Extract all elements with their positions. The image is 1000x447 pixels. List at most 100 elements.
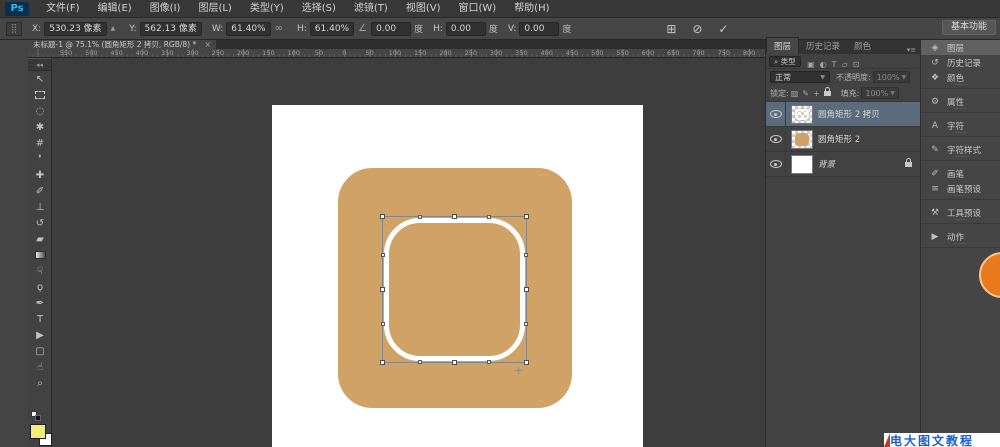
lasso-tool[interactable]: ◌ [28,103,52,119]
skew-h-input[interactable]: 0.00 [446,22,486,36]
brush-tool[interactable]: ✐ [28,183,52,199]
lock-all-icon[interactable] [824,91,831,96]
visibility-eye-icon[interactable] [770,110,782,118]
path-anchor-point[interactable] [487,360,491,364]
menu-item-4[interactable]: 类型(Y) [241,0,293,18]
menu-item-3[interactable]: 图层(L) [189,0,240,18]
panel-button-0[interactable]: ◈图层 [921,40,1000,55]
layer-thumbnail[interactable] [791,105,813,124]
transform-handle[interactable] [380,287,385,292]
menu-item-6[interactable]: 滤镜(T) [345,0,397,18]
panel-tab-0[interactable]: 图层 [766,37,799,54]
filter-kind-dropdown[interactable]: ⌕ 类型 [769,56,801,67]
transform-handle[interactable] [380,360,385,365]
menu-item-0[interactable]: 文件(F) [37,0,89,18]
width-input[interactable]: 61.40% [226,22,270,36]
ruler-number: 50 [365,49,373,57]
path-anchor-point[interactable] [487,215,491,219]
layer-thumbnail[interactable] [791,155,813,174]
transform-handle[interactable] [524,214,529,219]
path-anchor-point[interactable] [418,215,422,219]
history-brush-tool[interactable]: ↺ [28,215,52,231]
layer-thumbnail[interactable] [791,130,813,149]
tools-panel: ◂◂ ↖ ◌✱#❜✚✐⊥↺▰ ☟ϙ✒T▶▢☝⌕ [28,58,52,447]
lock-option-icon[interactable]: + [813,89,820,98]
quick-selection-tool[interactable]: ✱ [28,119,52,135]
eraser-tool[interactable]: ▰ [28,231,52,247]
free-transform-bounding-box[interactable] [382,216,527,363]
path-anchor-point[interactable] [381,322,385,326]
height-input[interactable]: 61.40% [310,22,354,36]
zoom-tool[interactable]: ⌕ [28,375,52,391]
transform-handle[interactable] [452,360,457,365]
shape-tool[interactable]: ▢ [28,343,52,359]
move-tool[interactable]: ↖ [28,71,52,87]
eyedropper-tool[interactable]: ❜ [28,151,52,167]
swap-colors-icon[interactable] [35,415,41,421]
transform-handle[interactable] [524,360,529,365]
transform-handle[interactable] [452,214,457,219]
layer-row[interactable]: 圆角矩形 2 拷贝 [766,102,920,127]
menu-item-1[interactable]: 编辑(E) [89,0,141,18]
smudge-tool[interactable]: ☟ [28,263,52,279]
crop-tool[interactable]: # [28,135,52,151]
filter-icon[interactable]: ⊡ [853,60,860,69]
filter-icon[interactable]: ▱ [842,60,848,69]
blend-mode-dropdown[interactable]: 正常 ▼ [770,71,830,83]
type-tool[interactable]: T [28,311,52,327]
skew-v-input[interactable]: 0.00 [519,22,559,36]
filter-icon[interactable]: ▣ [807,60,815,69]
ruler-number: 450 [566,49,578,57]
x-input[interactable]: 530.23 像素 [44,22,106,36]
path-anchor-point[interactable] [381,253,385,257]
panel-button-icon: ↺ [928,58,942,68]
pen-tool[interactable]: ✒ [28,295,52,311]
panel-button-6[interactable]: ✐画笔 [921,166,1000,181]
path-selection-tool[interactable]: ▶ [28,327,52,343]
path-anchor-point[interactable] [418,360,422,364]
clone-stamp-tool[interactable]: ⊥ [28,199,52,215]
foreground-color-swatch[interactable] [30,424,46,439]
document-tab[interactable]: 未标题-1 @ 75.1% (圆角矩形 2 拷贝, RGB/8) * × [28,40,216,49]
layer-row[interactable]: 背景 [766,152,920,177]
filter-icon[interactable]: ◐ [820,60,827,69]
toolbar-collapse-icon[interactable]: ◂◂ [28,59,51,71]
rectangular-marquee-tool[interactable] [28,87,52,103]
filter-icon[interactable]: T [832,60,837,69]
y-input[interactable]: 562.13 像素 [140,22,202,36]
relative-position-delta-icon[interactable]: ▲ [111,25,116,32]
hand-tool[interactable]: ☝ [28,359,52,375]
path-anchor-point[interactable] [524,322,528,326]
transform-handle[interactable] [380,214,385,219]
lock-option-icon[interactable]: ✎ [802,89,809,98]
menu-item-5[interactable]: 选择(S) [293,0,345,18]
spot-healing-brush-tool[interactable]: ✚ [28,167,52,183]
tool-list: ↖ ◌✱#❜✚✐⊥↺▰ ☟ϙ✒T▶▢☝⌕ [28,71,51,391]
visibility-eye-icon[interactable] [770,160,782,168]
menu-item-2[interactable]: 图像(I) [141,0,190,18]
reference-point-locator-icon[interactable]: ⣿ [6,22,22,36]
path-anchor-point[interactable] [524,253,528,257]
menu-item-9[interactable]: 帮助(H) [505,0,558,18]
cancel-transform-icon[interactable]: ⊘ [687,22,707,36]
warp-mode-icon[interactable]: ⊞ [661,22,681,36]
fill-value[interactable]: 100% ▼ [861,87,899,99]
gradient-tool[interactable] [28,247,52,263]
transform-handle[interactable] [524,287,529,292]
workspace-switcher[interactable]: 基本功能 [942,20,996,35]
menu-item-7[interactable]: 视图(V) [397,0,450,18]
menu-item-8[interactable]: 窗口(W) [449,0,505,18]
panel-menu-icon[interactable]: ▾≡ [907,46,920,54]
commit-transform-icon[interactable]: ✓ [713,22,733,36]
visibility-eye-icon[interactable] [770,135,782,143]
opacity-value[interactable]: 100% ▼ [873,71,911,83]
color-swatches [30,411,52,447]
layer-row[interactable]: 圆角矩形 2 [766,127,920,152]
panel-button-1[interactable]: ↺历史记录 [921,55,1000,70]
close-tab-icon[interactable]: × [205,40,211,49]
rotation-input[interactable]: 0.00 [371,22,411,36]
ruler-number: 600 [642,49,654,57]
maintain-aspect-link-icon[interactable]: ∞ [275,23,283,34]
dodge-tool[interactable]: ϙ [28,279,52,295]
lock-option-icon[interactable]: ▨ [791,89,799,98]
